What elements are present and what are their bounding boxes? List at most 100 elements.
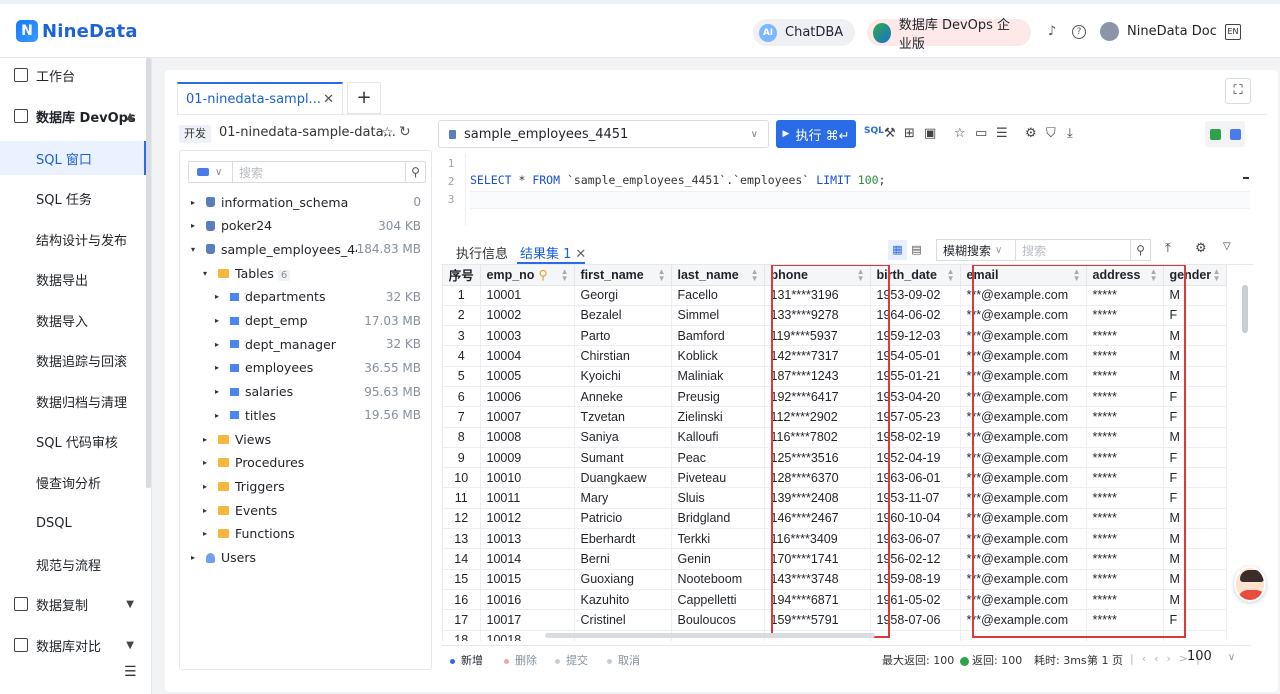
table-row[interactable]: 9 10009 Sumant Peac 125****3516 1952-04-19 ***… (443, 447, 1227, 469)
table-cell[interactable]: 1960-10-04 (870, 508, 961, 530)
table-cell[interactable]: 1959-12-03 (870, 325, 961, 347)
query-tab[interactable]: 01-ninedata-sampl... ✕ (177, 82, 343, 114)
export-icon[interactable]: ⤒ (1165, 241, 1171, 256)
table-cell[interactable]: F (1163, 305, 1227, 327)
tree-node[interactable]: ▸ titles 19.56 MB (180, 404, 431, 426)
table-cell[interactable]: Sluis (671, 487, 765, 509)
table-cell[interactable]: ***@example.com (960, 487, 1087, 509)
table-cell[interactable]: Cappelletti (671, 589, 765, 611)
table-cell[interactable]: 1955-01-21 (870, 366, 961, 387)
table-row[interactable]: 12 10012 Patricio Bridgland 146****2467 1960-… (443, 508, 1227, 530)
nav-standards[interactable]: 规范与流程 (0, 547, 147, 581)
table-row[interactable]: 4 10004 Chirstian Koblick 142****7317 1954-05… (443, 345, 1227, 367)
table-row[interactable]: 3 10003 Parto Bamford 119****5937 1959-12-03 *… (443, 325, 1227, 347)
table-cell[interactable]: M (1163, 325, 1227, 347)
nav-sql-task[interactable]: SQL 任务 (0, 181, 147, 215)
table-cell[interactable]: 142****7317 (764, 345, 871, 367)
table-cell[interactable]: Facello (671, 285, 765, 306)
table-cell[interactable]: Chirstian (574, 345, 672, 367)
star-icon[interactable]: ☆ (381, 125, 394, 141)
table-cell[interactable]: Berni (574, 548, 672, 570)
fuzzy-search-select[interactable]: 模糊搜索 ∨ (936, 239, 1016, 261)
table-cell[interactable]: Genin (671, 548, 765, 570)
table-cell[interactable]: Parto (574, 325, 672, 347)
table-cell[interactable]: 13 (443, 528, 481, 550)
table-row[interactable]: 14 10014 Berni Genin 170****1741 1956-02-12 **… (443, 548, 1227, 570)
table-cell[interactable]: 12 (443, 508, 481, 530)
table-cell[interactable]: M (1163, 285, 1227, 306)
table-cell[interactable]: 18 (443, 630, 481, 641)
table-cell[interactable]: 131****3196 (764, 285, 871, 306)
close-icon[interactable]: ✕ (575, 247, 586, 262)
tree-node[interactable]: ▸ salaries 95.63 MB (180, 381, 431, 403)
chart-icon[interactable]: ▣ (924, 126, 936, 141)
table-cell[interactable]: 8 (443, 427, 481, 448)
column-header[interactable]: first_name ▲ ▼ (574, 265, 672, 286)
table-cell[interactable]: Piveteau (671, 467, 765, 489)
nav-dsql[interactable]: DSQL (0, 506, 147, 540)
table-cell[interactable]: F (1163, 487, 1227, 509)
table-cell[interactable]: ***** (1086, 528, 1164, 550)
expand-caret-icon[interactable]: ▸ (212, 292, 222, 301)
tree-search-input[interactable]: 搜索 (233, 164, 405, 181)
assistant-avatar[interactable] (1234, 566, 1266, 602)
table-cell[interactable]: 2 (443, 305, 481, 327)
table-cell[interactable]: ***** (1086, 508, 1164, 530)
tree-node[interactable]: ▸ departments 32 KB (180, 286, 431, 308)
table-cell[interactable]: ***@example.com (960, 305, 1087, 327)
sort-icon[interactable]: ▲ ▼ (751, 268, 759, 283)
table-cell[interactable]: ***@example.com (960, 285, 1087, 306)
expand-caret-icon[interactable]: ▸ (212, 363, 222, 372)
table-cell[interactable]: Georgi (574, 285, 672, 306)
table-cell[interactable]: ***** (1086, 589, 1164, 611)
column-header[interactable]: birth_date ▲ ▼ (870, 265, 961, 286)
table-cell[interactable]: ***@example.com (960, 325, 1087, 347)
table-cell[interactable]: 116****3409 (764, 528, 871, 550)
grid-horizontal-scrollbar[interactable] (545, 633, 875, 638)
table-cell[interactable]: M (1163, 569, 1227, 590)
expand-caret-icon[interactable]: ▾ (188, 245, 198, 254)
folder-icon[interactable]: ▭ (975, 126, 987, 141)
table-cell[interactable]: 1958-02-19 (870, 427, 961, 448)
nav-workbench[interactable]: 工作台 (0, 58, 150, 92)
table-cell[interactable]: ***** (1086, 345, 1164, 367)
result-search-input[interactable]: 搜索 ⚲ (1015, 239, 1151, 261)
table-cell[interactable]: F (1163, 386, 1227, 408)
tree-node[interactable]: ▾ sample_employees_44...184.83 MB (180, 238, 431, 260)
table-row[interactable]: 13 10013 Eberhardt Terkki 116****3409 1963-06… (443, 528, 1227, 550)
sort-icon[interactable]: ▲ ▼ (857, 268, 865, 283)
table-cell[interactable]: 17 (443, 609, 481, 631)
table-cell[interactable]: Guoxiang (574, 569, 672, 590)
table-cell[interactable]: 125****3516 (764, 447, 871, 469)
table-cell[interactable]: ***@example.com (960, 528, 1087, 550)
table-cell[interactable]: ***** (1086, 548, 1164, 570)
tree-node[interactable]: ▸ Views (180, 428, 431, 450)
table-cell[interactable]: 112****2902 (764, 406, 871, 428)
table-cell[interactable]: Preusig (671, 386, 765, 408)
tree-search[interactable]: ∨ 搜索 ⚲ (188, 161, 426, 183)
expand-caret-icon[interactable]: ▸ (188, 553, 198, 562)
table-cell[interactable]: ***@example.com (960, 386, 1087, 408)
table-cell[interactable]: Bridgland (671, 508, 765, 530)
table-cell[interactable]: M (1163, 508, 1227, 530)
table-cell[interactable]: ***@example.com (960, 427, 1087, 448)
table-row[interactable]: 1 10001 Georgi Facello 131****3196 1953-09-02… (443, 285, 1227, 306)
column-header[interactable]: last_name ▲ ▼ (671, 265, 765, 286)
table-cell[interactable]: M (1163, 528, 1227, 550)
tree-node[interactable]: ▸ Triggers (180, 475, 431, 497)
sort-icon[interactable]: ▲ ▼ (1073, 268, 1081, 283)
add-tab-button[interactable]: + (347, 82, 381, 114)
table-cell[interactable]: Maliniak (671, 366, 765, 387)
table-cell[interactable]: ***** (1086, 609, 1164, 631)
table-cell[interactable]: 1952-04-19 (870, 447, 961, 469)
table-row[interactable]: 7 10007 Tzvetan Zielinski 112****2902 1957-05… (443, 406, 1227, 428)
table-cell[interactable]: M (1163, 427, 1227, 448)
table-cell[interactable]: 119****5937 (764, 325, 871, 347)
table-cell[interactable]: 10010 (480, 467, 575, 489)
table-cell[interactable]: 116****7802 (764, 427, 871, 448)
devops-edition-button[interactable]: 数据库 DevOps 企业版 (867, 18, 1031, 52)
table-cell[interactable]: ***** (1086, 285, 1164, 306)
table-cell[interactable]: Cristinel (574, 609, 672, 631)
sort-icon[interactable]: ▲ ▼ (561, 268, 569, 283)
nav-slow-query[interactable]: 慢查询分析 (0, 465, 147, 499)
